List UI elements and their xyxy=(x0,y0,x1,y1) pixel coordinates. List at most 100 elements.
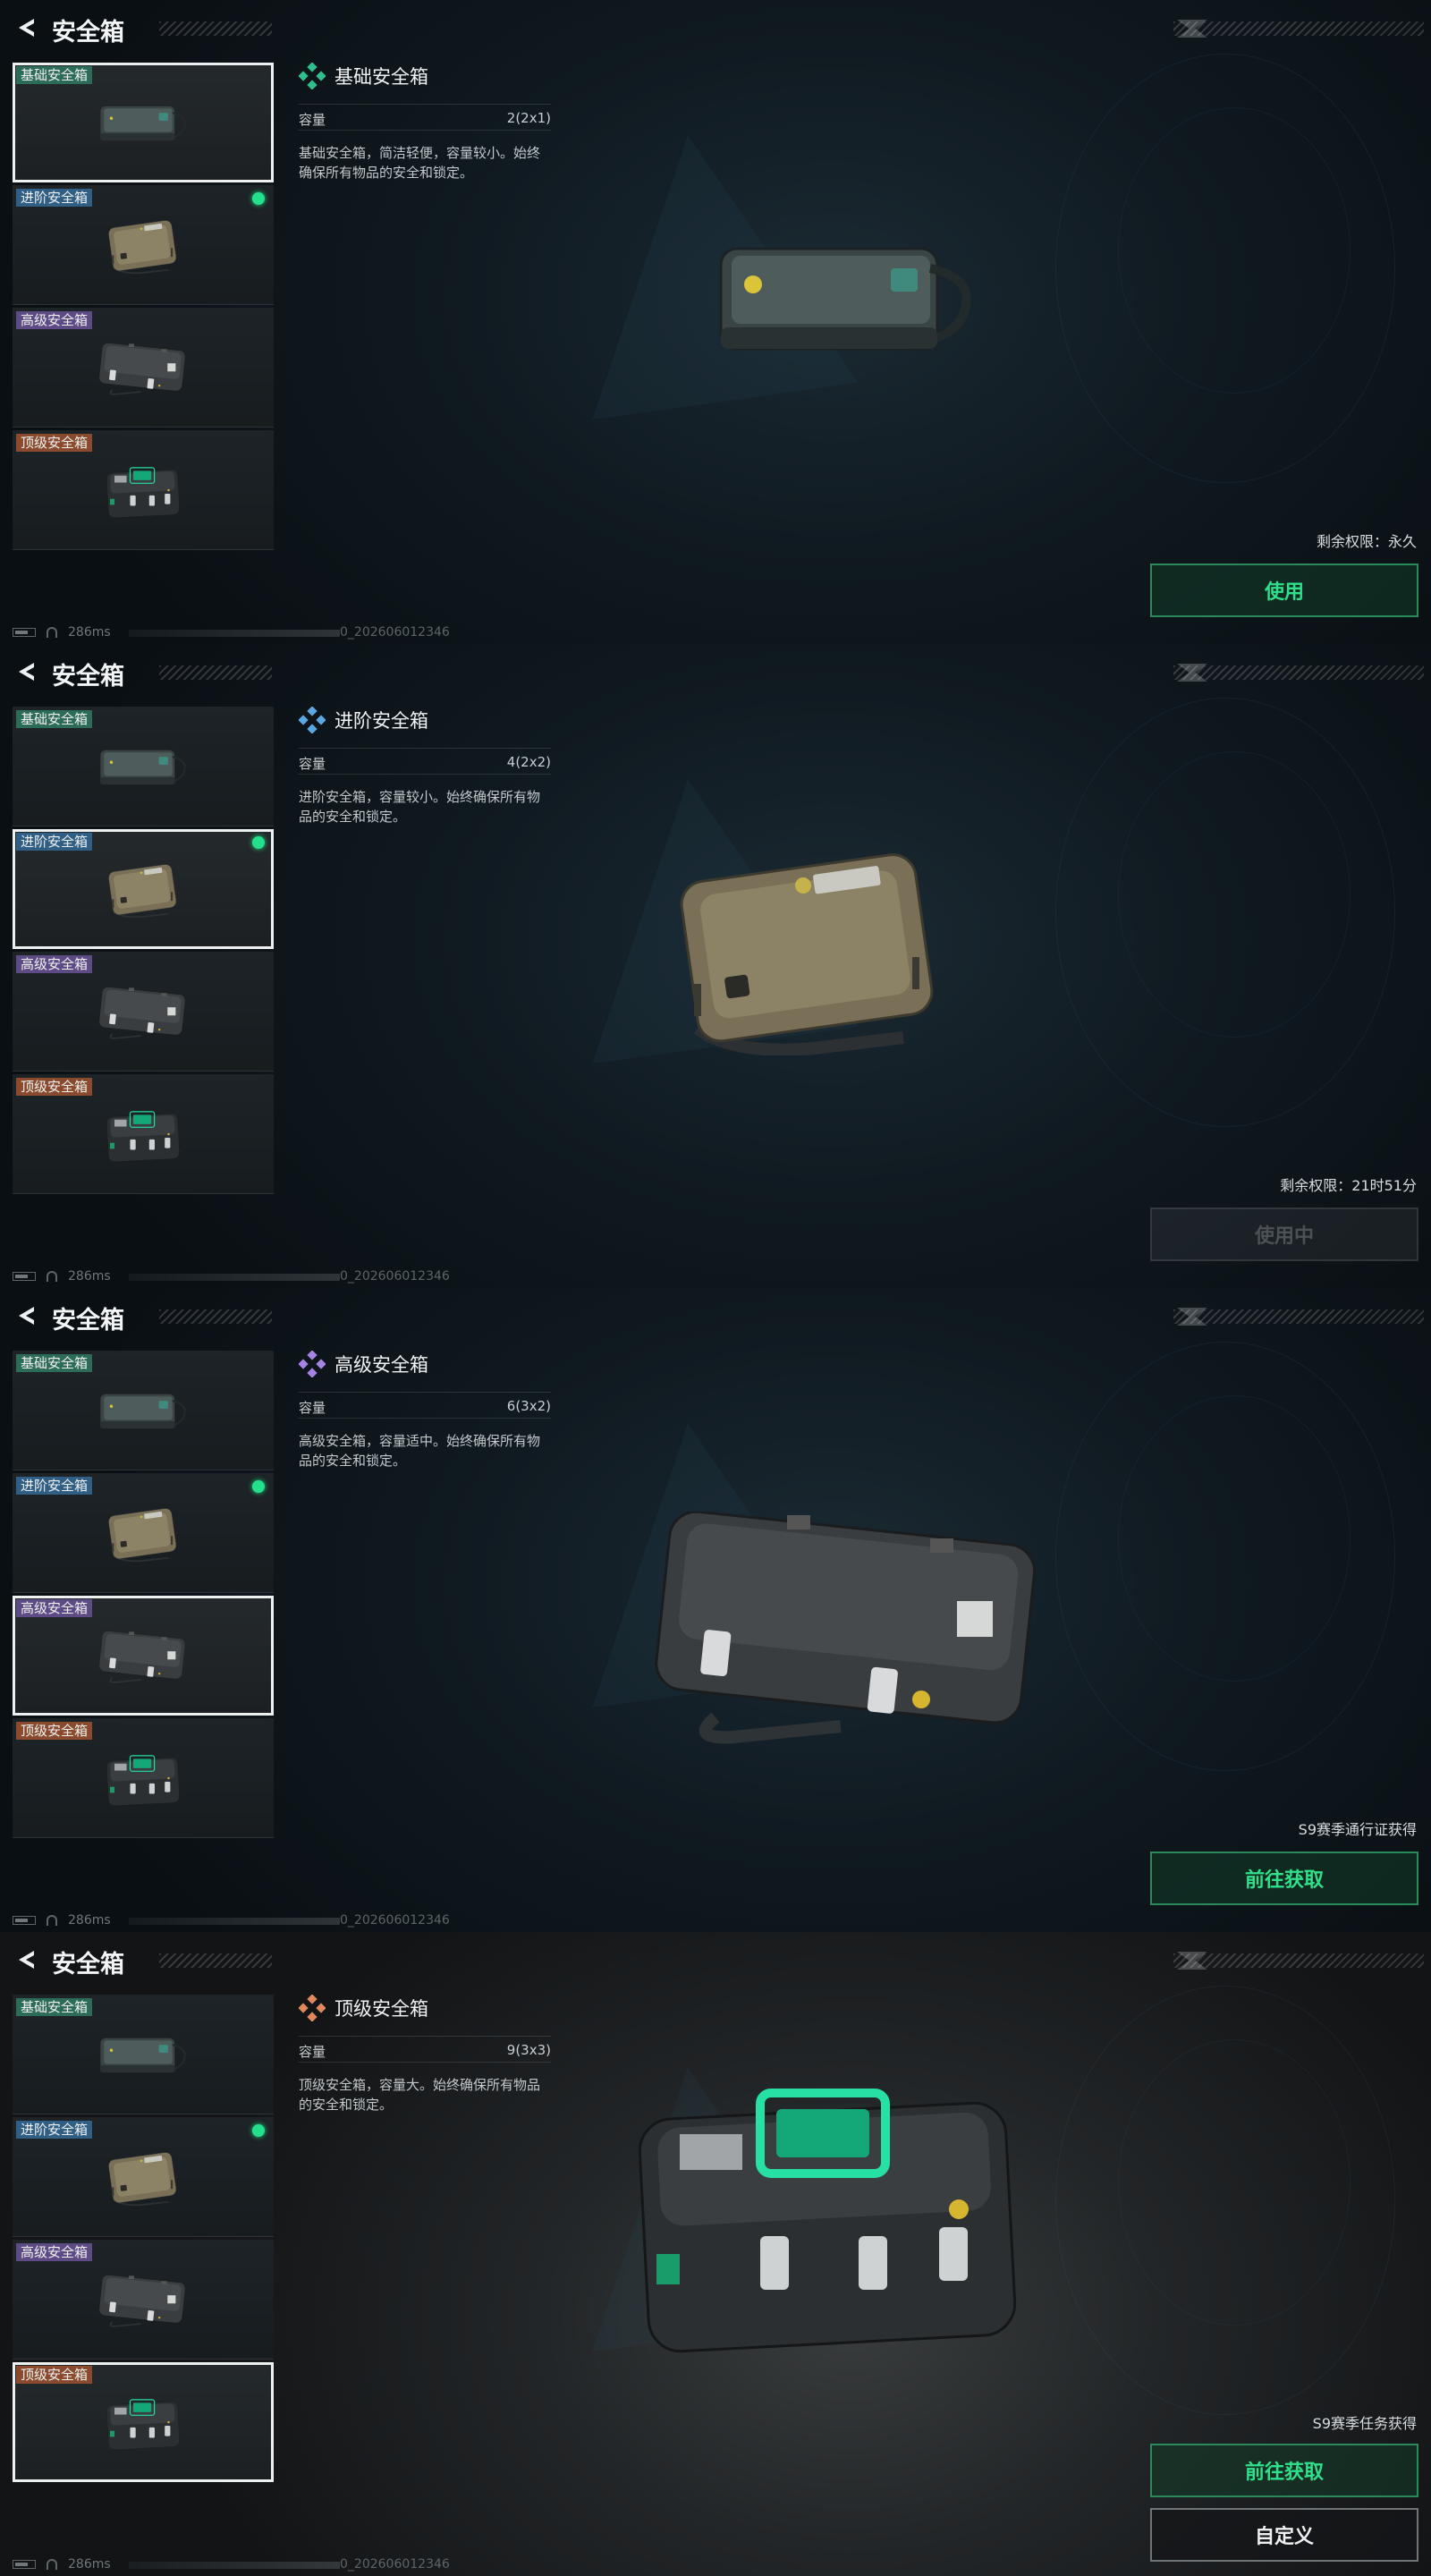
battery-icon xyxy=(13,2560,36,2569)
uid-mask-bar xyxy=(129,630,340,637)
safe-box-list-item-advanced[interactable]: 进阶安全箱 xyxy=(13,1473,274,1593)
safe-box-list-item-senior[interactable]: 高级安全箱 xyxy=(13,308,274,428)
safe-box-list-item-basic[interactable]: 基础安全箱 xyxy=(13,63,274,182)
safe-box-thumbnail xyxy=(98,2274,188,2329)
go-obtain-button[interactable]: 前往获取 xyxy=(1150,2444,1418,2497)
detail-description: 顶级安全箱，容量大。始终确保所有物品的安全和锁定。 xyxy=(299,2077,541,2113)
safe-box-list-item-basic[interactable]: 基础安全箱 xyxy=(13,1995,274,2114)
battery-icon xyxy=(13,628,36,637)
safe-box-list-item-top[interactable]: 顶级安全箱 xyxy=(13,1074,274,1194)
safe-box-tier-tag: 高级安全箱 xyxy=(16,1599,93,1617)
safe-box-tier-tag: 顶级安全箱 xyxy=(16,2366,93,2384)
capacity-value: 4(2x2) xyxy=(506,754,551,770)
safe-box-list-item-advanced[interactable]: 进阶安全箱 xyxy=(13,185,274,305)
safe-box-thumbnail xyxy=(98,97,188,152)
safe-box-list: 基础安全箱 进阶安全箱 高级安全箱 顶级安全箱 xyxy=(13,1995,274,2485)
safe-box-screen: 安全箱 基础安全箱 进阶安全箱 高级安全箱 xyxy=(0,1288,1431,1932)
header: 安全箱 xyxy=(0,644,277,701)
back-arrow-icon[interactable] xyxy=(14,1304,38,1327)
capacity-label: 容量 xyxy=(299,2044,326,2060)
remaining-permission-text: 剩余权限：21时51分 xyxy=(1280,1177,1417,1194)
back-arrow-icon[interactable] xyxy=(14,16,38,39)
capacity-value: 9(3x3) xyxy=(506,2042,551,2058)
back-arrow-icon[interactable] xyxy=(14,1948,38,1971)
ping-text: 286ms xyxy=(68,625,111,640)
header-hatch-decor xyxy=(159,1953,272,1968)
uid-text: 0_202606012346 xyxy=(340,1913,450,1928)
status-bar: 286ms 0_202606012346 xyxy=(13,1912,549,1928)
equipped-indicator-dot xyxy=(252,836,265,849)
safe-box-list-item-basic[interactable]: 基础安全箱 xyxy=(13,707,274,826)
safe-box-thumbnail xyxy=(98,464,188,520)
remaining-permission-text: S9赛季任务获得 xyxy=(1312,2415,1417,2432)
rarity-diamond-icon xyxy=(299,63,326,89)
header: 安全箱 xyxy=(0,1932,277,1989)
safe-box-tier-tag: 基础安全箱 xyxy=(16,66,93,84)
safe-box-tier-tag: 基础安全箱 xyxy=(16,1354,93,1372)
uid-mask-bar xyxy=(129,2562,340,2569)
safe-box-3d-model xyxy=(626,2075,1029,2361)
safe-box-thumbnail xyxy=(98,1630,188,1685)
status-bar: 286ms 0_202606012346 xyxy=(13,1268,549,1284)
safe-box-list-item-advanced[interactable]: 进阶安全箱 xyxy=(13,2117,274,2237)
customize-button[interactable]: 自定义 xyxy=(1150,2508,1418,2562)
wifi-icon xyxy=(47,1915,57,1926)
safe-box-tier-tag: 进阶安全箱 xyxy=(16,189,93,207)
safe-box-tier-tag: 基础安全箱 xyxy=(16,710,93,728)
remaining-permission-text: S9赛季通行证获得 xyxy=(1298,1821,1417,1838)
status-bar: 286ms 0_202606012346 xyxy=(13,2556,549,2572)
safe-box-tier-tag: 基础安全箱 xyxy=(16,1998,93,2016)
header-hatch-decor xyxy=(159,1309,272,1324)
safe-box-tier-tag: 顶级安全箱 xyxy=(16,434,93,452)
safe-box-list: 基础安全箱 进阶安全箱 高级安全箱 顶级安全箱 xyxy=(13,1351,274,1841)
safe-box-list-item-senior[interactable]: 高级安全箱 xyxy=(13,1596,274,1716)
detail-description: 进阶安全箱，容量较小。始终确保所有物品的安全和锁定。 xyxy=(299,789,541,825)
background-contour-decor xyxy=(1118,751,1351,1038)
header: 安全箱 xyxy=(0,1288,277,1345)
back-arrow-icon[interactable] xyxy=(14,660,38,683)
go-obtain-button[interactable]: 前往获取 xyxy=(1150,1852,1418,1905)
wifi-icon xyxy=(47,2559,57,2570)
safe-box-tier-tag: 进阶安全箱 xyxy=(16,1477,93,1495)
safe-box-thumbnail xyxy=(98,2151,188,2207)
safe-box-list-item-senior[interactable]: 高级安全箱 xyxy=(13,2240,274,2360)
ping-text: 286ms xyxy=(68,1913,111,1928)
top-right-hatch-decor xyxy=(1173,1309,1424,1324)
detail-title: 高级安全箱 xyxy=(334,1354,428,1376)
detail-description: 高级安全箱，容量适中。始终确保所有物品的安全和锁定。 xyxy=(299,1433,541,1469)
safe-box-list-item-top[interactable]: 顶级安全箱 xyxy=(13,1718,274,1838)
capacity-label: 容量 xyxy=(299,112,326,128)
safe-box-screen: 安全箱 基础安全箱 进阶安全箱 高级安全箱 xyxy=(0,0,1431,644)
use-button[interactable]: 使用 xyxy=(1150,564,1418,617)
header-hatch-decor xyxy=(159,665,272,680)
safe-box-thumbnail xyxy=(98,863,188,919)
safe-box-tier-tag: 顶级安全箱 xyxy=(16,1722,93,1740)
page-title: 安全箱 xyxy=(52,663,124,691)
page-title: 安全箱 xyxy=(52,1951,124,1979)
safe-box-3d-model xyxy=(680,850,939,1056)
safe-box-tier-tag: 高级安全箱 xyxy=(16,311,93,329)
safe-box-thumbnail xyxy=(98,741,188,796)
safe-box-list-item-advanced[interactable]: 进阶安全箱 xyxy=(13,829,274,949)
safe-box-screen: 安全箱 基础安全箱 进阶安全箱 高级安全箱 xyxy=(0,644,1431,1288)
capacity-label: 容量 xyxy=(299,1400,326,1416)
safe-box-thumbnail xyxy=(98,2029,188,2084)
background-contour-decor xyxy=(1118,1395,1351,1682)
safe-box-list-item-senior[interactable]: 高级安全箱 xyxy=(13,952,274,1072)
background-contour-decor xyxy=(1118,2039,1351,2326)
safe-box-thumbnail xyxy=(98,1385,188,1440)
rarity-diamond-icon xyxy=(299,1351,326,1377)
page-title: 安全箱 xyxy=(52,19,124,47)
safe-box-tier-tag: 顶级安全箱 xyxy=(16,1078,93,1096)
capacity-row: 容量 9(3x3) xyxy=(299,2036,551,2063)
wifi-icon xyxy=(47,1271,57,1282)
safe-box-list-item-top[interactable]: 顶级安全箱 xyxy=(13,2362,274,2482)
ping-text: 286ms xyxy=(68,1269,111,1284)
capacity-label: 容量 xyxy=(299,756,326,772)
safe-box-thumbnail xyxy=(98,219,188,275)
safe-box-tier-tag: 进阶安全箱 xyxy=(16,2121,93,2139)
top-right-hatch-decor xyxy=(1173,1953,1424,1968)
ping-text: 286ms xyxy=(68,2557,111,2572)
safe-box-list-item-top[interactable]: 顶级安全箱 xyxy=(13,430,274,550)
safe-box-list-item-basic[interactable]: 基础安全箱 xyxy=(13,1351,274,1470)
